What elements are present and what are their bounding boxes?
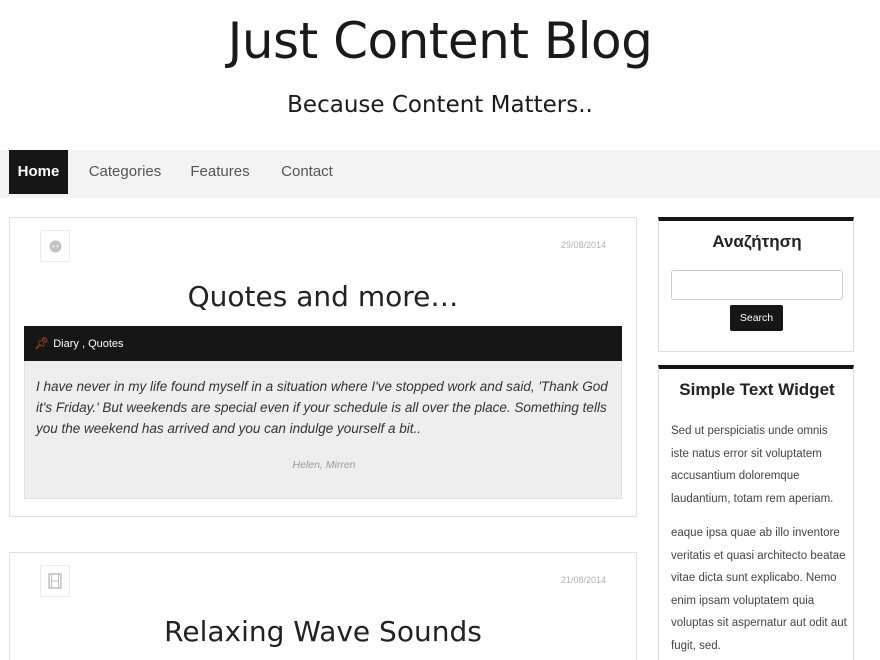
video-format-icon	[40, 565, 70, 597]
search-input[interactable]	[671, 270, 843, 300]
post-categories-links[interactable]: Diary , Quotes	[53, 338, 123, 350]
main-navigation: Home Categories Features Contact	[0, 150, 880, 198]
post-title[interactable]: Quotes and more…	[10, 280, 636, 313]
quote-box: I have never in my life found myself in …	[24, 361, 622, 499]
search-button[interactable]: Search	[730, 305, 783, 331]
site-tagline: Because Content Matters..	[287, 92, 593, 118]
site-header: Just Content Blog Because Content Matter…	[0, 0, 880, 150]
post-date: 21/08/2014	[560, 575, 606, 585]
nav-item-features[interactable]: Features	[184, 150, 256, 194]
site-title[interactable]: Just Content Blog	[0, 12, 880, 70]
text-widget: Simple Text Widget Sed ut perspiciatis u…	[658, 365, 854, 660]
post-quotes: 29/08/2014 Quotes and more… 📌︎ Diary , Qu…	[9, 217, 637, 517]
quote-text: I have never in my life found myself in …	[36, 379, 608, 436]
post-title[interactable]: Relaxing Wave Sounds	[10, 615, 636, 648]
quote-author: Helen, Mirren	[292, 459, 356, 471]
text-widget-paragraph: eaque ipsa quae ab illo inventore verita…	[671, 527, 847, 652]
nav-item-categories[interactable]: Categories	[82, 150, 168, 194]
nav-item-contact[interactable]: Contact	[272, 150, 342, 194]
post-relaxing-wave-sounds: 21/08/2014 Relaxing Wave Sounds	[9, 552, 637, 660]
text-widget-title: Simple Text Widget	[679, 380, 835, 399]
post-categories-bar: 📌︎ Diary , Quotes	[24, 326, 622, 361]
text-widget-paragraph: Sed ut perspiciatis unde omnis iste natu…	[671, 425, 834, 505]
quote-format-icon	[40, 230, 70, 262]
nav-item-home[interactable]: Home	[9, 150, 68, 194]
search-widget-title: Αναζήτηση	[712, 232, 802, 251]
post-date: 29/08/2014	[560, 240, 606, 250]
pushpin-icon: 📌︎	[34, 336, 50, 350]
search-widget: Αναζήτηση Search	[658, 217, 854, 352]
